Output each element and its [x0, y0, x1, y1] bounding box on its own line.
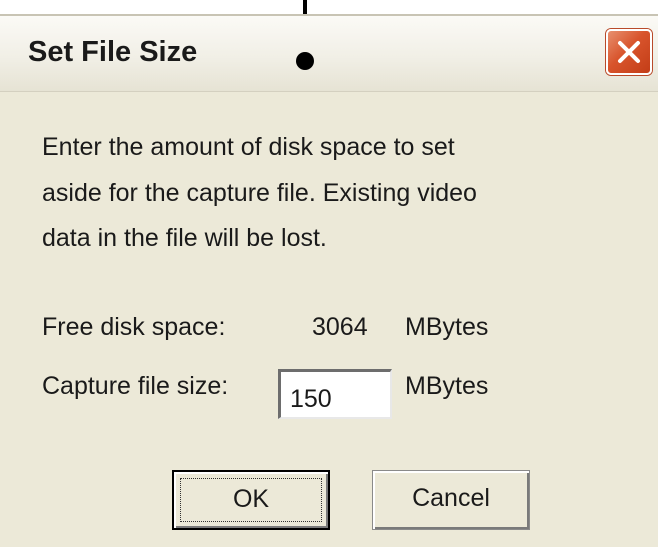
screenshot-stage: Set File Size Enter the amount of disk s… — [0, 0, 658, 547]
message-line-3: data in the file will be lost. — [42, 224, 327, 252]
callout-pointer-dot — [296, 52, 314, 70]
close-icon — [618, 41, 640, 63]
set-file-size-dialog: Set File Size Enter the amount of disk s… — [0, 14, 658, 547]
free-disk-space-unit: MBytes — [405, 313, 489, 341]
cancel-button[interactable]: Cancel — [372, 470, 530, 530]
title-bar[interactable]: Set File Size — [0, 16, 658, 92]
message-line-1: Enter the amount of disk space to set — [42, 133, 455, 161]
ok-button-label: OK — [232, 485, 270, 513]
dialog-title: Set File Size — [28, 36, 198, 68]
free-disk-space-label: Free disk space: — [42, 313, 226, 341]
capture-file-size-input[interactable] — [278, 369, 392, 419]
message-line-2: aside for the capture file. Existing vid… — [42, 179, 477, 207]
ok-button[interactable]: OK — [172, 470, 330, 530]
cancel-button-label: Cancel — [412, 484, 490, 512]
capture-file-size-unit: MBytes — [405, 372, 489, 400]
close-button[interactable] — [606, 29, 652, 75]
free-disk-space-value: 3064 — [312, 313, 368, 341]
capture-file-size-label: Capture file size: — [42, 372, 229, 400]
